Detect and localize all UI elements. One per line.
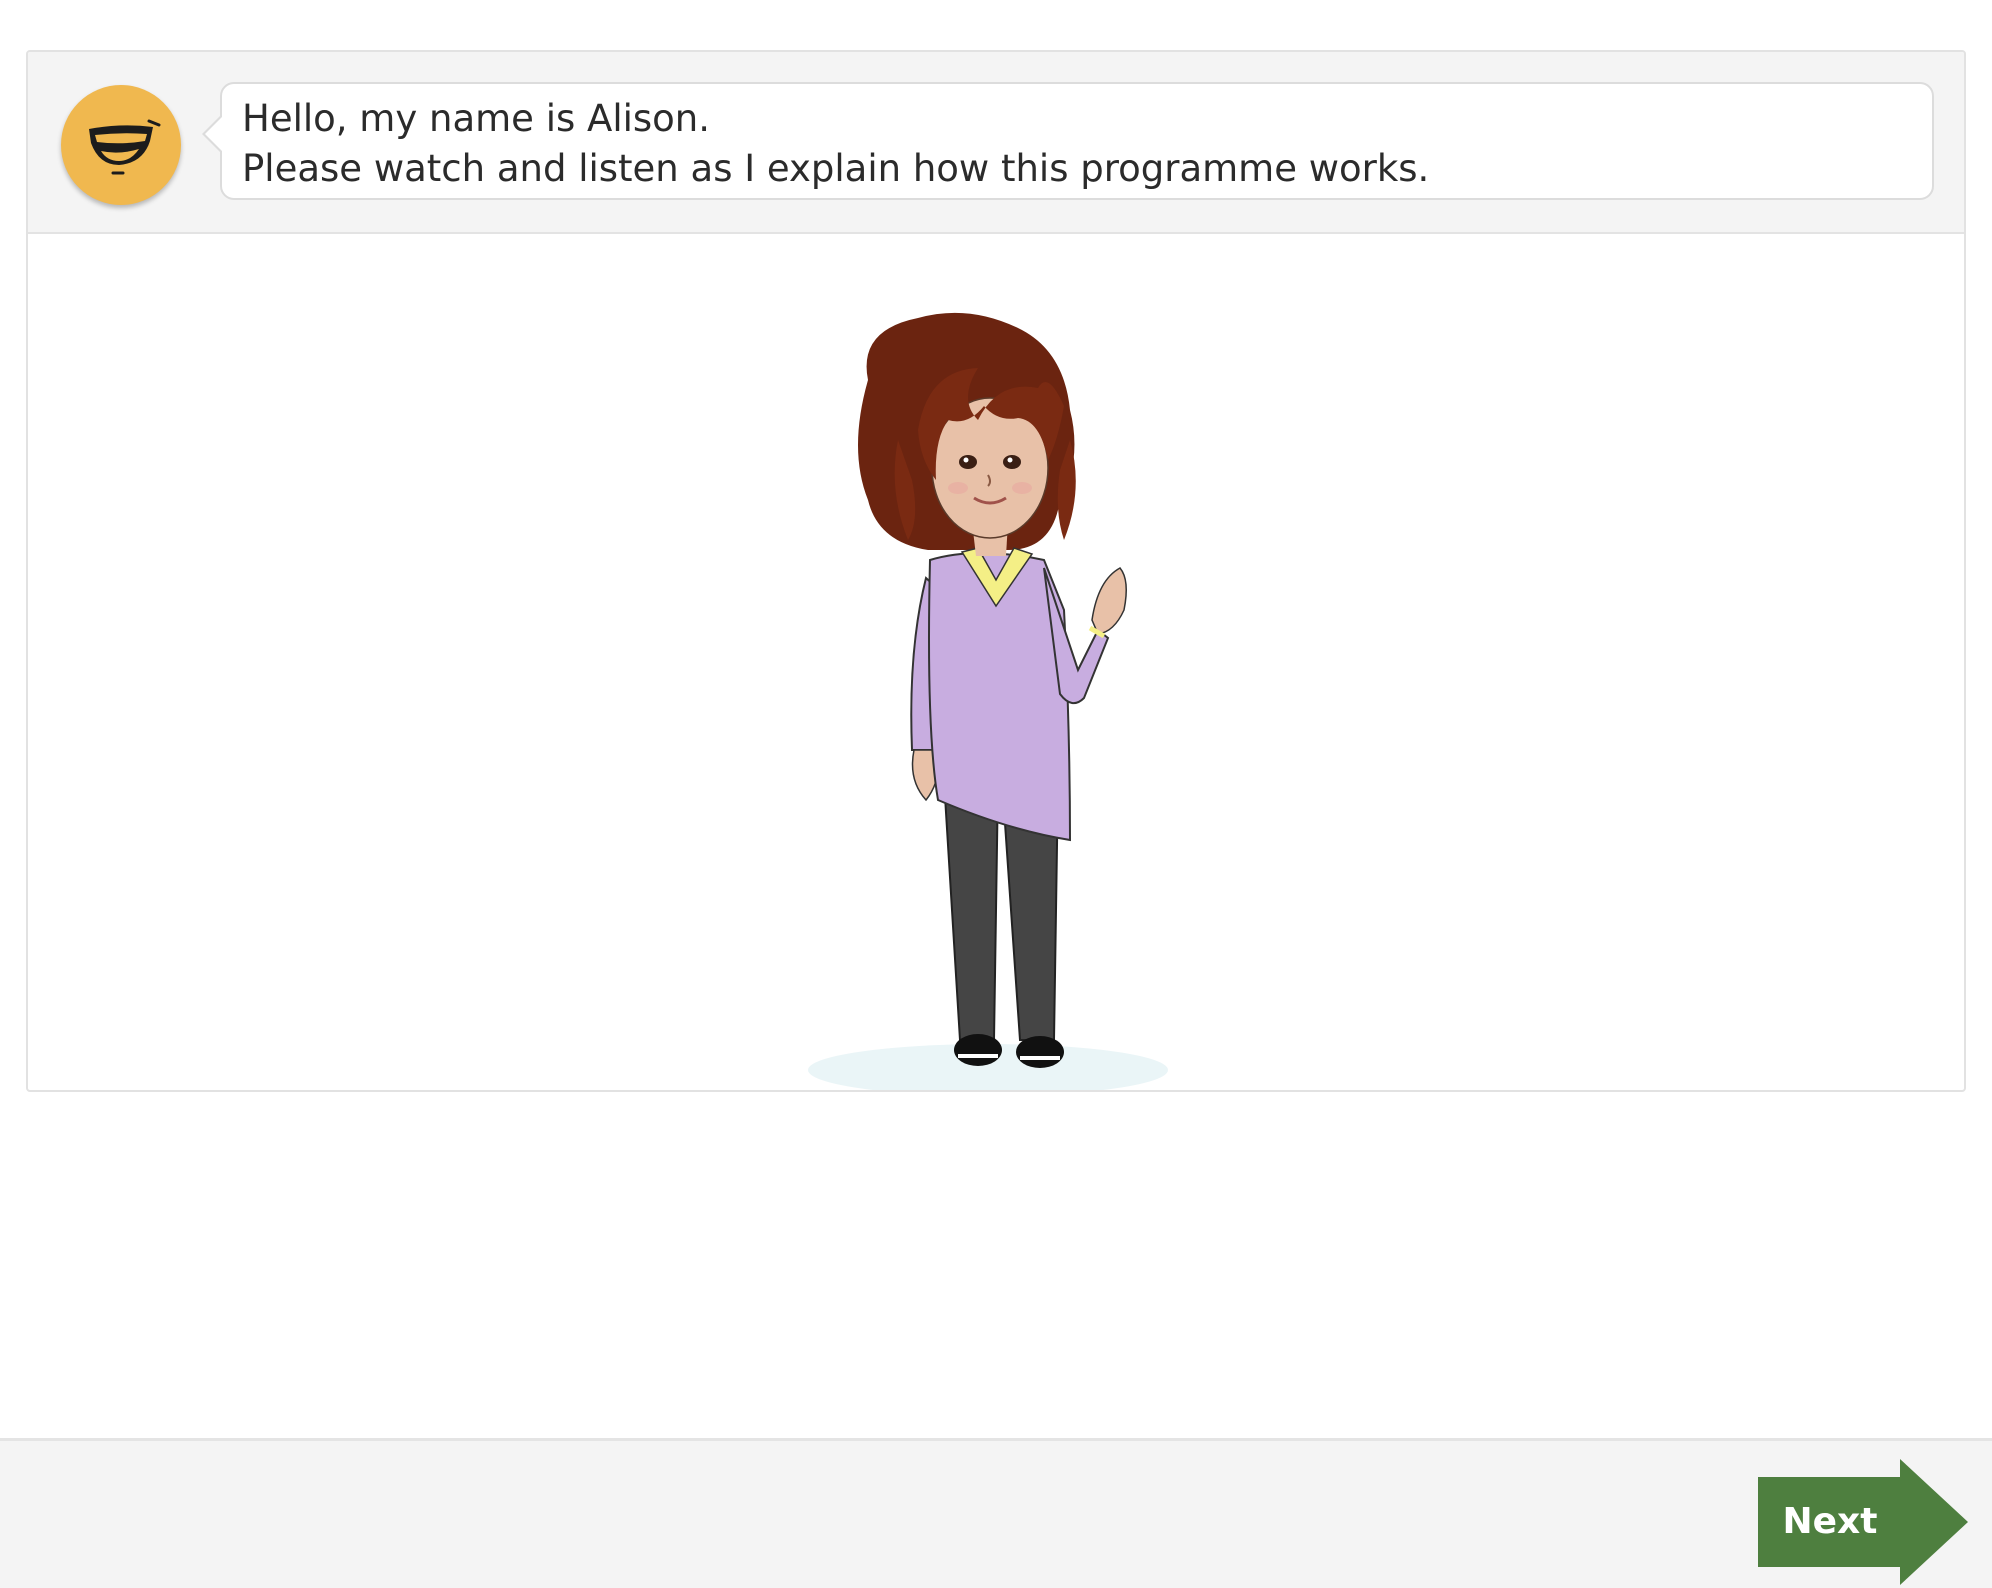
next-button-label: Next xyxy=(1782,1501,1878,1542)
speech-bubble: Hello, my name is Alison. Please watch a… xyxy=(202,82,1934,200)
girl-waving-illustration xyxy=(808,310,1168,1090)
bubble-tail xyxy=(202,114,223,154)
narration-line-1: Hello, my name is Alison. xyxy=(242,97,711,140)
speaking-mouth-icon[interactable] xyxy=(61,85,181,205)
narration-header: Hello, my name is Alison. Please watch a… xyxy=(28,52,1964,234)
page: Hello, my name is Alison. Please watch a… xyxy=(0,0,1992,1588)
content-panel: Hello, my name is Alison. Please watch a… xyxy=(26,50,1966,1092)
narration-line-2: Please watch and listen as I explain how… xyxy=(242,147,1430,190)
footer-bar: Next xyxy=(0,1438,1992,1588)
next-button[interactable]: Next xyxy=(1758,1459,1968,1585)
